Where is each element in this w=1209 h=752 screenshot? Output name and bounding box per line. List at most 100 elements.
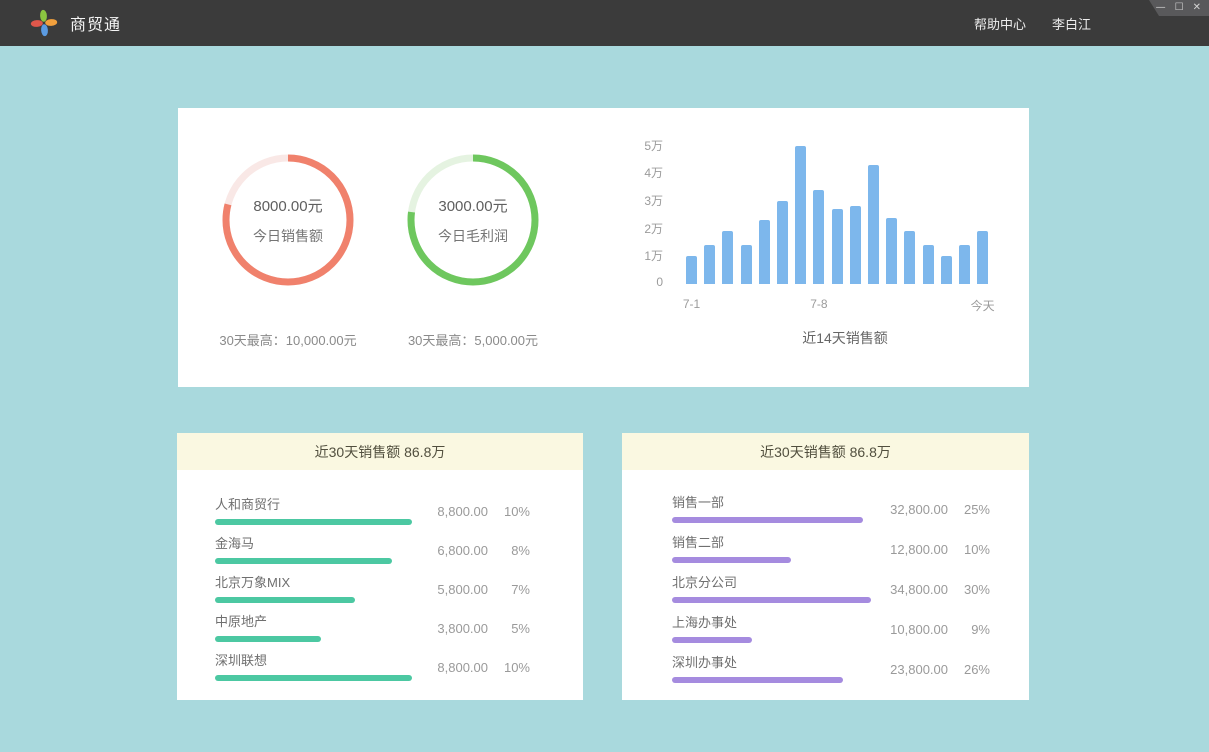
- rank-item-values: 8,800.0010%: [393, 504, 530, 519]
- rank-row: 人和商贸行8,800.0010%: [215, 492, 583, 531]
- bar: [941, 256, 952, 284]
- rank-item-percent: 5%: [488, 621, 530, 636]
- help-center-link[interactable]: 帮助中心: [974, 14, 1026, 33]
- x-axis-tick-label: 今天: [958, 297, 1008, 314]
- bar: [832, 209, 843, 284]
- customer-rank-list: 人和商贸行8,800.0010%金海马6,800.008%北京万象MIX5,80…: [177, 470, 583, 700]
- department-rank-title: 近30天销售额 86.8万: [622, 433, 1029, 470]
- rank-item-percent: 30%: [948, 582, 990, 597]
- rank-item-bar: [215, 558, 392, 564]
- bar: [686, 256, 697, 284]
- today-profit-caption: 今日毛利润: [438, 226, 508, 246]
- rank-item-bar: [672, 597, 871, 603]
- rank-item-amount: 34,800.00: [853, 582, 948, 597]
- rank-item-amount: 8,800.00: [393, 660, 488, 675]
- rank-item-amount: 8,800.00: [393, 504, 488, 519]
- sales-14d-bar-chart: 0 1万 2万 3万 4万 5万 7-1 7-8 今天: [618, 135, 1018, 355]
- y-axis-tick-label: 1万: [619, 247, 663, 264]
- app-title: 商贸通: [70, 11, 121, 35]
- bar: [722, 231, 733, 284]
- rank-item-values: 6,800.008%: [393, 543, 530, 558]
- rank-item-percent: 10%: [948, 542, 990, 557]
- rank-item-values: 5,800.007%: [393, 582, 530, 597]
- bar: [741, 245, 752, 284]
- bar: [959, 245, 970, 284]
- rank-item-amount: 12,800.00: [853, 542, 948, 557]
- rank-item-percent: 26%: [948, 662, 990, 677]
- bar: [795, 146, 806, 285]
- rank-item-bar: [215, 675, 412, 681]
- rank-row: 上海办事处10,800.009%: [672, 610, 1029, 650]
- rank-item-percent: 8%: [488, 543, 530, 558]
- customer-rank-title: 近30天销售额 86.8万: [177, 433, 583, 470]
- x-axis-tick-label: 7-8: [794, 297, 844, 311]
- y-axis-tick-label: 2万: [619, 220, 663, 237]
- titlebar: 商贸通 帮助中心 李白江 — ☐ ✕: [0, 0, 1209, 46]
- rank-item-amount: 10,800.00: [853, 622, 948, 637]
- bar: [777, 201, 788, 284]
- rank-row: 中原地产3,800.005%: [215, 609, 583, 648]
- rank-item-bar: [672, 677, 843, 683]
- rank-item-values: 10,800.009%: [853, 622, 990, 637]
- bar: [923, 245, 934, 284]
- rank-item-percent: 10%: [488, 504, 530, 519]
- rank-row: 北京万象MIX5,800.007%: [215, 570, 583, 609]
- rank-item-percent: 9%: [948, 622, 990, 637]
- rank-item-amount: 3,800.00: [393, 621, 488, 636]
- rank-row: 金海马6,800.008%: [215, 531, 583, 570]
- rank-row: 销售一部32,800.0025%: [672, 490, 1029, 530]
- rank-item-values: 8,800.0010%: [393, 660, 530, 675]
- rank-item-percent: 25%: [948, 502, 990, 517]
- close-button[interactable]: ✕: [1193, 3, 1201, 13]
- pinwheel-logo-icon: [30, 9, 58, 37]
- rank-item-amount: 6,800.00: [393, 543, 488, 558]
- x-axis-tick-label: 7-1: [667, 297, 717, 311]
- y-axis-tick-label: 3万: [619, 192, 663, 209]
- rank-item-percent: 7%: [488, 582, 530, 597]
- bar: [759, 220, 770, 284]
- department-rank-list: 销售一部32,800.0025%销售二部12,800.0010%北京分公司34,…: [622, 470, 1029, 700]
- rank-item-amount: 23,800.00: [853, 662, 948, 677]
- rank-item-bar: [672, 517, 863, 523]
- customer-rank-card: 近30天销售额 86.8万 人和商贸行8,800.0010%金海马6,800.0…: [177, 433, 583, 700]
- minimize-button[interactable]: —: [1156, 3, 1166, 13]
- rank-row: 深圳联想8,800.0010%: [215, 648, 583, 687]
- y-axis-tick-label: 5万: [619, 137, 663, 154]
- donut-chart-today-profit: 3000.00元 今日毛利润: [405, 152, 541, 288]
- bar: [904, 231, 915, 284]
- today-sales-value: 8000.00元: [253, 195, 322, 216]
- rank-row: 深圳办事处23,800.0026%: [672, 650, 1029, 690]
- rank-item-values: 34,800.0030%: [853, 582, 990, 597]
- bar-chart-title: 近14天销售额: [695, 328, 995, 348]
- donut-chart-today-sales: 8000.00元 今日销售额: [220, 152, 356, 288]
- bar: [813, 190, 824, 284]
- rank-item-amount: 32,800.00: [853, 502, 948, 517]
- y-axis-tick-label: 4万: [619, 164, 663, 181]
- rank-row: 北京分公司34,800.0030%: [672, 570, 1029, 610]
- rank-item-amount: 5,800.00: [393, 582, 488, 597]
- rank-item-bar: [672, 557, 791, 563]
- overview-card: 8000.00元 今日销售额 3000.00元 今日毛利润 30天最高：10,0…: [178, 108, 1029, 387]
- rank-item-percent: 10%: [488, 660, 530, 675]
- profit-30d-max: 30天最高：5,000.00元: [363, 330, 583, 349]
- y-axis-tick-label: 0: [619, 275, 663, 289]
- bar: [704, 245, 715, 284]
- rank-item-bar: [215, 636, 321, 642]
- bar: [850, 206, 861, 284]
- bar: [868, 165, 879, 284]
- maximize-button[interactable]: ☐: [1175, 3, 1184, 13]
- rank-item-bar: [215, 597, 355, 603]
- today-profit-value: 3000.00元: [438, 195, 507, 216]
- rank-item-values: 3,800.005%: [393, 621, 530, 636]
- rank-item-bar: [672, 637, 752, 643]
- bar: [977, 231, 988, 284]
- department-rank-card: 近30天销售额 86.8万 销售一部32,800.0025%销售二部12,800…: [622, 433, 1029, 700]
- bar: [886, 218, 897, 284]
- rank-item-values: 12,800.0010%: [853, 542, 990, 557]
- rank-item-bar: [215, 519, 412, 525]
- rank-row: 销售二部12,800.0010%: [672, 530, 1029, 570]
- username-menu[interactable]: 李白江: [1052, 14, 1091, 33]
- rank-item-values: 32,800.0025%: [853, 502, 990, 517]
- rank-item-values: 23,800.0026%: [853, 662, 990, 677]
- today-sales-caption: 今日销售额: [253, 226, 323, 246]
